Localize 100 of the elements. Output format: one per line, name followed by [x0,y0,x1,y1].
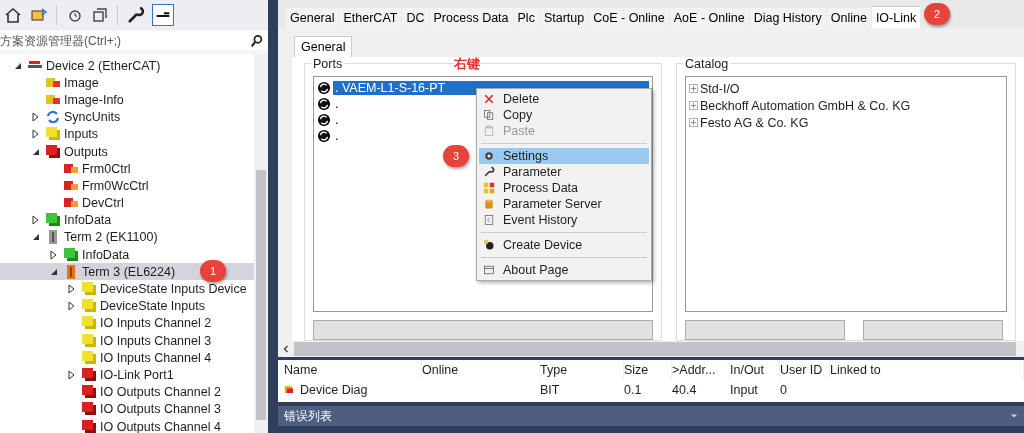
copy-icon [483,109,495,121]
sync-icon[interactable] [30,6,48,24]
tree-item[interactable]: Image-Info [0,91,254,109]
callout-badge: 2 [924,3,951,25]
table-cell-text: BIT [540,383,561,397]
variable-group-icon [81,418,97,433]
settings-icon [483,150,495,162]
database-icon [483,198,495,210]
tab[interactable]: General [286,8,339,28]
tree-item[interactable]: Image [0,74,254,92]
menu-item[interactable]: Event History [479,212,649,228]
tree-item[interactable]: InfoData [0,211,254,229]
tree-item[interactable]: Outputs [0,142,254,161]
table-cell-text: 0 [780,383,788,397]
tree-item[interactable]: IO Outputs Channel 2 [0,383,254,401]
tab[interactable]: Startup [539,8,589,28]
tree-item[interactable]: Device 2 (EtherCAT) [0,57,254,75]
group-title: Catalog [683,57,731,71]
menu-item[interactable]: Process Data [479,180,649,196]
menu-item[interactable]: Parameter [479,164,649,180]
variable-group-icon [81,349,97,366]
tab[interactable]: EtherCAT [339,8,402,28]
table-cell-text: 0.1 [624,383,643,397]
catalog-item[interactable]: Std-I/O [689,80,1003,97]
table-cell-text: Input [730,383,759,397]
tree-item[interactable]: Term 3 (EL6224) 1 [0,263,254,281]
search-field[interactable]: 方案资源管理器(Ctrl+;) [0,31,268,50]
variable-group-icon [81,366,97,383]
panel-title: 错误列表 [284,407,332,425]
tree-item[interactable]: DeviceState Inputs [0,297,254,315]
group-title: Ports [311,57,345,71]
tab[interactable]: DC [402,8,429,28]
tree-item[interactable]: DeviceState Inputs Device [0,280,254,298]
tree-item[interactable]: IO-Link Port1 [0,366,254,384]
table-cell: Device Diag [284,383,422,397]
callout-badge: 1 [200,260,226,283]
delete-icon [483,93,495,105]
windows-icon[interactable] [91,6,109,24]
tab[interactable]: Plc [513,8,539,28]
scrollbar[interactable] [254,54,268,433]
expand-icon[interactable] [689,118,698,127]
variable-group-icon [81,281,97,298]
annotation-text: 右键 [454,57,480,73]
menu-item[interactable]: Delete [479,91,649,107]
expand-icon[interactable] [689,101,698,110]
search-icon[interactable] [250,33,264,48]
device-icon [483,239,495,251]
menu-item[interactable]: About Page [479,262,649,278]
column-header[interactable]: Size [624,360,672,380]
tab[interactable]: General [294,36,353,57]
tree-item[interactable]: Frm0Ctrl [0,160,254,178]
variable-icon [284,384,296,396]
tree-item[interactable]: DevCtrl [0,194,254,212]
column-header[interactable]: Name [284,360,422,380]
variable-group-icon [63,246,79,263]
tab[interactable]: Diag History [749,8,826,28]
home-icon[interactable] [4,6,22,24]
catalog-item[interactable]: Festo AG & Co. KG [689,114,1003,131]
tab[interactable]: Process Data [429,8,513,28]
variable-group-icon [45,212,61,229]
expand-icon[interactable] [689,84,698,93]
tree-item[interactable]: IO Outputs Channel 4 [0,417,254,433]
menu-item[interactable]: Parameter Server [479,196,649,212]
menu-item[interactable]: Settings [479,148,649,164]
tree-item[interactable]: Term 2 (EK1100) [0,228,254,247]
tab[interactable]: CoE - Online [589,8,669,28]
tree-item[interactable]: Inputs [0,125,254,143]
column-header[interactable]: User ID [780,360,830,380]
catalog-item[interactable]: Beckhoff Automation GmbH & Co. KG [689,97,1003,114]
tree-item[interactable]: SyncUnits [0,108,254,126]
column-header[interactable]: >Addr... [672,360,730,380]
tree-item[interactable]: Frm0WcCtrl [0,177,254,195]
column-header[interactable]: In/Out [730,360,780,380]
pin-icon[interactable] [152,4,174,26]
tab[interactable]: AoE - Online [669,8,749,28]
column-header[interactable]: Type [540,360,624,380]
variable-group-icon [81,401,97,418]
wrench-icon[interactable] [126,6,144,24]
variable-group-icon [45,143,61,160]
tree-item[interactable]: IO Inputs Channel 2 [0,314,254,332]
column-header[interactable]: Online [422,360,540,380]
dropdown-icon[interactable] [1010,412,1018,420]
tab[interactable]: Online [826,8,871,28]
tree-item[interactable]: IO Outputs Channel 3 [0,400,254,418]
tree-item[interactable]: IO Inputs Channel 4 [0,349,254,367]
menu-item[interactable]: Create Device [479,237,649,253]
port-icon [317,113,331,127]
variable-group-icon [81,298,97,315]
column-header[interactable]: Linked to [830,360,1024,380]
squares-icon [483,182,495,194]
tab[interactable]: IO-Link [871,6,921,28]
menu-item[interactable]: Copy [479,107,649,123]
paste-icon [483,125,495,137]
callout-badge: 3 [443,145,469,167]
variable-group-icon [45,126,61,143]
tree-item[interactable]: IO Inputs Channel 3 [0,332,254,350]
port-icon [317,81,331,95]
sync-icon [45,109,61,126]
scroll-left-icon[interactable] [282,345,290,353]
wrench-icon [483,166,495,178]
